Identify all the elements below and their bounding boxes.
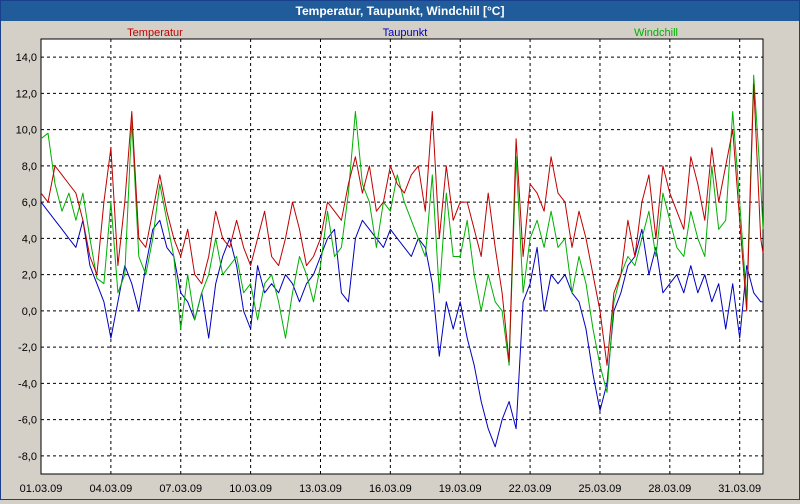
x-tick-label: 07.03.09: [159, 483, 202, 495]
y-tick-label: -4,0: [18, 378, 37, 390]
x-tick-label: 19.03.09: [439, 483, 482, 495]
y-tick-label: 2,0: [22, 270, 37, 282]
x-tick-label: 10.03.09: [229, 483, 272, 495]
x-tick-label: 13.03.09: [299, 483, 342, 495]
x-tick-label: 01.03.09: [20, 483, 63, 495]
y-tick-label: 14,0: [16, 52, 37, 64]
x-tick-label: 25.03.09: [579, 483, 622, 495]
window-title: Temperatur, Taupunkt, Windchill [°C]: [1, 1, 799, 21]
y-tick-label: 8,0: [22, 161, 37, 173]
x-tick-label: 22.03.09: [509, 483, 552, 495]
y-tick-label: -6,0: [18, 415, 37, 427]
y-tick-label: 0,0: [22, 306, 37, 318]
chart-window: Temperatur, Taupunkt, Windchill [°C] -8,…: [0, 0, 800, 500]
x-tick-label: 16.03.09: [369, 483, 412, 495]
legend-temperatur: Temperatur: [127, 27, 183, 39]
y-tick-label: -2,0: [18, 342, 37, 354]
y-tick-label: 6,0: [22, 197, 37, 209]
y-tick-label: 10,0: [16, 125, 37, 137]
legend-windchill: Windchill: [634, 27, 678, 39]
y-tick-label: -8,0: [18, 451, 37, 463]
legend-taupunkt: Taupunkt: [383, 27, 428, 39]
y-axis-ticks: -8,0 -6,0 -4,0 -2,0 0,0 2,0 4,0 6,0 8,0 10,0 12,0 1…: [16, 52, 37, 463]
x-axis-ticks: 01.03.09 04.03.09 07.03.09 10.03.09 13.03.09…: [20, 483, 762, 495]
chart-area: -8,0 -6,0 -4,0 -2,0 0,0 2,0 4,0 6,0 8,0 10,0 12,0 1…: [1, 21, 799, 499]
x-tick-label: 28.03.09: [648, 483, 691, 495]
x-tick-label: 31.03.09: [718, 483, 761, 495]
y-tick-label: 4,0: [22, 233, 37, 245]
y-tick-label: 12,0: [16, 88, 37, 100]
legend: Temperatur Taupunkt Windchill: [127, 27, 678, 39]
line-chart: -8,0 -6,0 -4,0 -2,0 0,0 2,0 4,0 6,0 8,0 10,0 12,0 1…: [16, 27, 764, 495]
x-tick-label: 04.03.09: [89, 483, 132, 495]
